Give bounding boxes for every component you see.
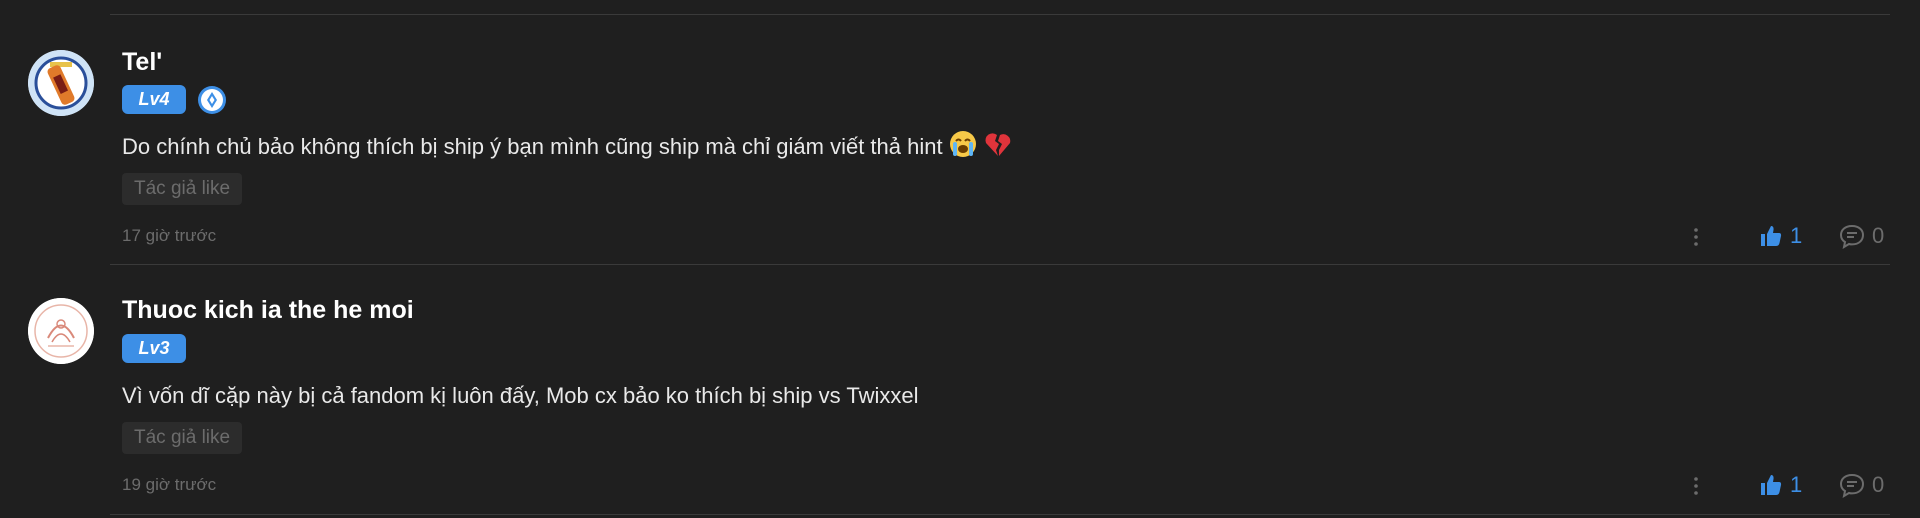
- medal-icon: [197, 85, 227, 115]
- like-button[interactable]: 1: [1758, 470, 1802, 500]
- reply-count: 0: [1872, 223, 1885, 248]
- top-divider: [110, 14, 1890, 15]
- author-liked-tag: Tác giả like: [122, 173, 243, 205]
- comment-icon: [1839, 224, 1865, 249]
- comment-text-content: Do chính chủ bảo không thích bị ship ý b…: [122, 134, 943, 159]
- comment-icon: [1839, 473, 1865, 498]
- level-badge: Lv3: [122, 334, 186, 363]
- comment-divider: [110, 264, 1890, 265]
- reply-count: 0: [1872, 472, 1885, 497]
- like-button[interactable]: 1: [1758, 221, 1802, 251]
- bottom-divider: [110, 514, 1890, 515]
- avatar[interactable]: [28, 298, 94, 364]
- more-options-icon[interactable]: [1689, 471, 1703, 501]
- comment-text: Vì vốn dĩ cặp này bị cả fandom kị luôn đ…: [122, 383, 919, 409]
- thumbs-up-icon: [1761, 475, 1782, 495]
- thumbs-up-icon: [1761, 226, 1782, 246]
- author-liked-tag: Tác giả like: [122, 422, 243, 454]
- timestamp: 19 giờ trước: [122, 475, 217, 494]
- avatar[interactable]: [28, 50, 94, 116]
- reply-button[interactable]: 0: [1838, 470, 1884, 500]
- username[interactable]: Thuoc kich ia the he moi: [122, 296, 414, 325]
- comment-text-content: Vì vốn dĩ cặp này bị cả fandom kị luôn đ…: [122, 383, 919, 408]
- comment-text: Do chính chủ bảo không thích bị ship ý b…: [122, 130, 1013, 164]
- reply-button[interactable]: 0: [1838, 221, 1884, 251]
- username[interactable]: Tel': [122, 48, 162, 77]
- like-count: 1: [1790, 472, 1803, 497]
- more-options-icon[interactable]: [1689, 222, 1703, 252]
- broken-heart-icon: [983, 130, 1013, 164]
- timestamp: 17 giờ trước: [122, 226, 217, 245]
- level-badge: Lv4: [122, 85, 186, 114]
- like-count: 1: [1790, 223, 1803, 248]
- loudly-crying-face-icon: [949, 130, 977, 164]
